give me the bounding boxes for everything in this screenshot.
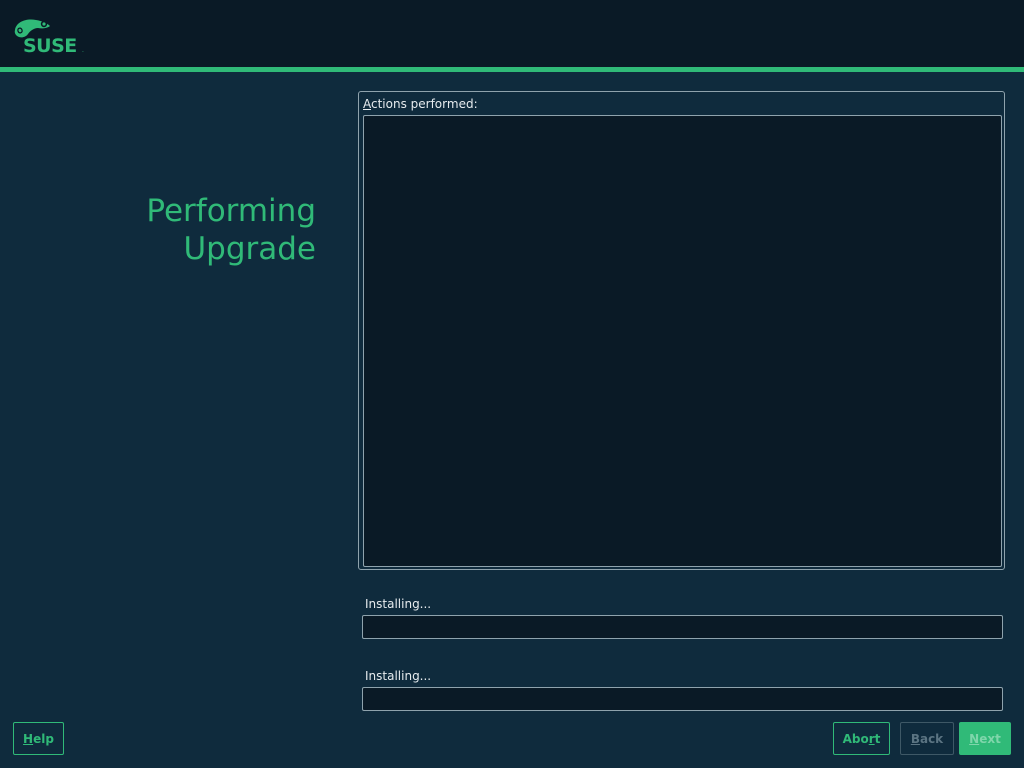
page-title-line-1: Performing — [146, 193, 316, 229]
abort-button[interactable]: Abo r t — [833, 722, 890, 755]
back-button-label: ack — [919, 731, 944, 746]
svg-text:SUSE: SUSE — [23, 35, 77, 56]
header-accent-line — [0, 67, 1024, 72]
help-button-mnemonic: H — [23, 731, 34, 746]
abort-button-label-pre: Abo — [842, 731, 869, 746]
progress-label-1: Installing... — [365, 597, 432, 611]
next-button-mnemonic: N — [969, 731, 980, 746]
progress-label-2: Installing... — [365, 669, 432, 683]
next-button[interactable]: Next — [959, 722, 1011, 755]
top-bar: SUSE . — [0, 0, 1024, 67]
help-button[interactable]: Help — [13, 722, 64, 755]
actions-log-label-text: ctions performed: — [371, 97, 478, 111]
svg-text:.: . — [82, 47, 84, 54]
actions-log-label-mnemonic: A — [363, 97, 371, 111]
suse-chameleon-logo-icon: SUSE . — [14, 19, 84, 56]
back-button[interactable]: Back — [900, 722, 954, 755]
progress-bar-2 — [362, 687, 1003, 711]
help-button-label: elp — [33, 731, 54, 746]
progress-bar-1 — [362, 615, 1003, 639]
next-button-label: ext — [979, 731, 1001, 746]
actions-log-frame: Actions performed: — [358, 91, 1005, 570]
page-title-line-2: Upgrade — [183, 231, 316, 267]
actions-log-label: Actions performed: — [363, 97, 478, 111]
back-button-mnemonic: B — [910, 731, 920, 746]
actions-log-textarea[interactable] — [363, 115, 1002, 567]
abort-button-label-rest: t — [874, 731, 881, 746]
page-title: Performing Upgrade — [146, 192, 316, 268]
